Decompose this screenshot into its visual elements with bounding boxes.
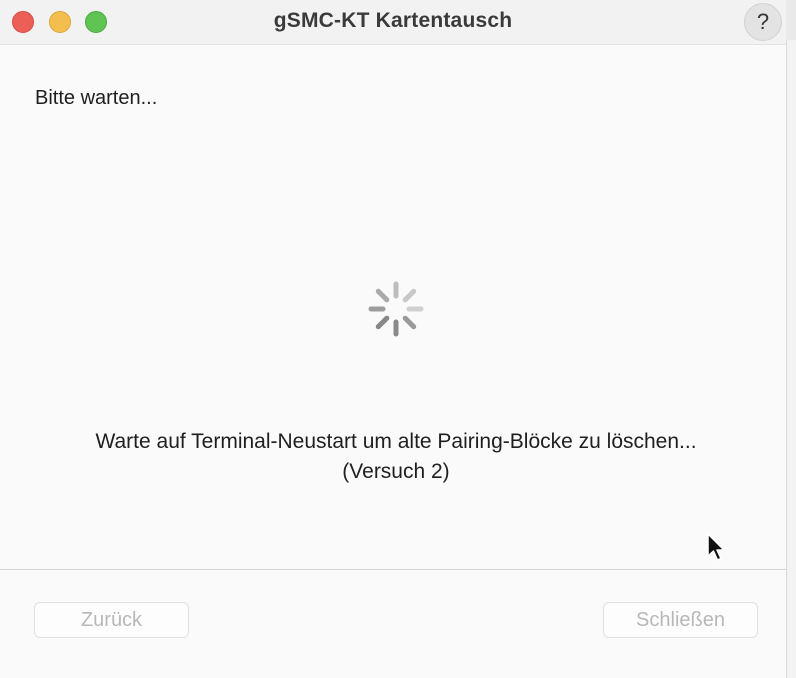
main-content: Bitte warten... Warte auf Terminal-Neust… [0,45,786,569]
help-button[interactable]: ? [744,3,782,41]
progress-spinner-icon [368,281,424,337]
mouse-pointer-icon [707,533,725,561]
close-button[interactable]: Schließen [603,602,758,638]
status-line-2: (Versuch 2) [342,460,450,483]
back-button[interactable]: Zurück [34,602,189,638]
page-heading: Bitte warten... [35,87,158,109]
dialog-window: gSMC-KT Kartentausch ? Bitte warten... W… [0,0,786,678]
title-bar: gSMC-KT Kartentausch ? [0,0,786,45]
status-line-1: Warte auf Terminal-Neustart um alte Pair… [95,430,697,453]
status-message: Warte auf Terminal-Neustart um alte Pair… [0,427,792,487]
background-window-edge [786,40,796,678]
window-title: gSMC-KT Kartentausch [273,9,513,32]
footer-bar: Zurück Schließen [0,570,786,678]
